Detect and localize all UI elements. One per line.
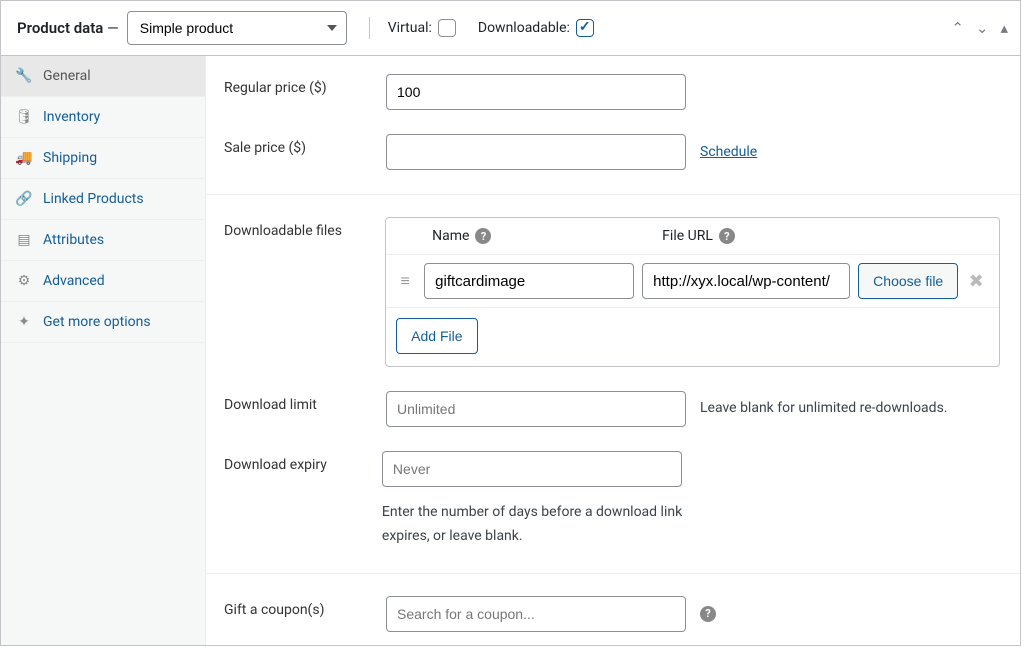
file-name-input[interactable] (424, 263, 634, 299)
choose-file-button[interactable]: Choose file (858, 263, 958, 299)
sidebar-item-label: Get more options (43, 314, 151, 330)
download-limit-input[interactable] (386, 391, 686, 427)
tab-advanced[interactable]: ⚙ Advanced (1, 261, 205, 302)
download-expiry-hint: Enter the number of days before a downlo… (382, 501, 702, 549)
product-type-select[interactable]: Simple product (127, 11, 347, 45)
file-url-input[interactable] (642, 263, 850, 299)
regular-price-input[interactable] (386, 74, 686, 110)
col-url-label: File URL (662, 228, 713, 244)
downloadable-files-label: Downloadable files (224, 217, 385, 239)
move-down-icon[interactable]: ⌄ (976, 19, 989, 37)
gift-coupon-input[interactable] (386, 596, 686, 632)
col-name-label: Name (432, 228, 469, 244)
divider (206, 194, 1020, 195)
truck-icon: 🚚 (15, 150, 33, 166)
downloadable-checkbox[interactable] (576, 19, 594, 37)
gift-coupon-label: Gift a coupon(s) (224, 596, 386, 618)
tab-get-more-options[interactable]: ✦ Get more options (1, 302, 205, 343)
link-icon: 🔗 (15, 191, 33, 207)
drag-handle-icon[interactable]: ≡ (394, 271, 416, 291)
file-row: ≡ Choose file ✖ (386, 254, 999, 307)
sparkle-icon: ✦ (15, 314, 33, 330)
add-file-button[interactable]: Add File (396, 318, 477, 354)
tab-linked-products[interactable]: 🔗 Linked Products (1, 179, 205, 220)
schedule-link[interactable]: Schedule (700, 144, 757, 160)
panel-title: Product data — (17, 19, 119, 37)
help-icon[interactable]: ? (719, 228, 735, 244)
separator (369, 17, 370, 39)
panel-header: Product data — Simple product Virtual: D… (1, 1, 1020, 56)
remove-file-icon[interactable]: ✖ (966, 271, 986, 292)
sidebar-item-label: General (43, 68, 91, 84)
move-up-icon[interactable]: ⌃ (951, 19, 964, 37)
regular-price-label: Regular price ($) (224, 74, 386, 96)
inventory-icon: 🛢 (15, 109, 33, 125)
collapse-icon[interactable]: ▴ (1000, 19, 1008, 37)
sidebar-item-label: Shipping (43, 150, 97, 166)
sidebar-item-label: Inventory (43, 109, 100, 125)
gear-icon: ⚙ (15, 273, 33, 289)
tab-attributes[interactable]: ▤ Attributes (1, 220, 205, 261)
virtual-checkbox[interactable] (438, 19, 456, 37)
sidebar-item-label: Linked Products (43, 191, 144, 207)
downloadable-label: Downloadable: (478, 20, 570, 36)
sale-price-input[interactable] (386, 134, 686, 170)
downloadable-files-box: Name ? File URL ? ≡ Choose file ✖ Add Fi… (385, 217, 1000, 367)
tab-general[interactable]: 🔧 General (1, 56, 205, 97)
download-expiry-label: Download expiry (224, 451, 382, 473)
product-tabs-sidebar: 🔧 General 🛢 Inventory 🚚 Shipping 🔗 Linke… (1, 56, 206, 646)
download-expiry-input[interactable] (382, 451, 682, 487)
tab-inventory[interactable]: 🛢 Inventory (1, 97, 205, 138)
wrench-icon: 🔧 (15, 68, 33, 84)
tab-shipping[interactable]: 🚚 Shipping (1, 138, 205, 179)
help-icon[interactable]: ? (700, 606, 716, 622)
product-data-panel: Product data — Simple product Virtual: D… (0, 0, 1021, 646)
download-limit-hint: Leave blank for unlimited re-downloads. (700, 397, 947, 421)
sidebar-item-label: Advanced (43, 273, 105, 289)
general-tab-content: Regular price ($) Sale price ($) Schedul… (206, 56, 1020, 646)
download-limit-label: Download limit (224, 391, 386, 413)
sidebar-item-label: Attributes (43, 232, 104, 248)
sale-price-label: Sale price ($) (224, 134, 386, 156)
divider (206, 573, 1020, 574)
list-icon: ▤ (15, 232, 33, 248)
help-icon[interactable]: ? (475, 228, 491, 244)
virtual-label: Virtual: (388, 20, 432, 36)
